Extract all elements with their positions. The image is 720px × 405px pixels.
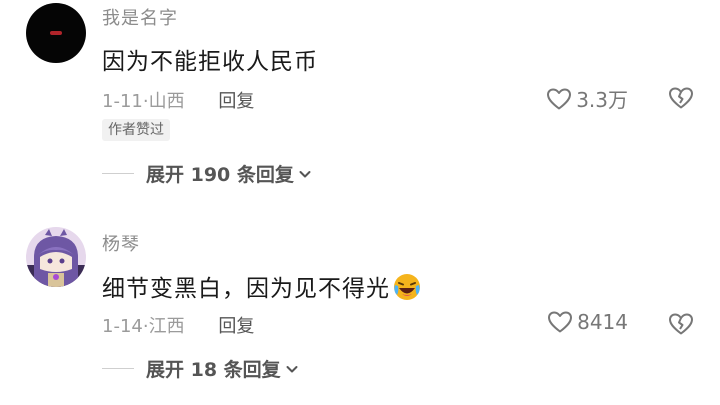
expand-replies-label: 展开 18 条回复 xyxy=(146,359,281,381)
laughing-crying-emoji-icon xyxy=(394,274,420,300)
expand-replies-button[interactable]: 展开 18 条回复 xyxy=(102,355,299,382)
comment-username[interactable]: 杨琴 xyxy=(102,230,140,256)
broken-heart-icon[interactable] xyxy=(668,312,694,336)
divider-line xyxy=(102,173,134,174)
comment-text: 因为不能拒收人民币 xyxy=(102,42,318,76)
comment-text: 细节变黑白，因为见不得光 xyxy=(102,269,422,303)
like-button[interactable]: 8414 xyxy=(547,310,628,334)
anime-avatar-image xyxy=(26,227,86,287)
avatar[interactable] xyxy=(26,227,86,287)
author-liked-badge: 作者赞过 xyxy=(102,119,170,141)
broken-heart-icon[interactable] xyxy=(668,86,694,110)
comment-meta: 1-14·江西 回复 xyxy=(102,312,254,338)
comment-location: 江西 xyxy=(148,316,185,337)
comment-text-content: 因为不能拒收人民币 xyxy=(102,49,318,75)
comment-meta: 1-11·山西 回复 xyxy=(102,87,254,113)
heart-icon xyxy=(548,311,573,333)
avatar[interactable] xyxy=(26,3,86,63)
comment-text-content: 细节变黑白，因为见不得光 xyxy=(102,276,390,302)
like-count: 3.3万 xyxy=(576,88,628,112)
comment-item: 杨琴 细节变黑白，因为见不得光 1-14·江西 回复 8414 展开 18 条回… xyxy=(0,222,720,405)
like-count: 8414 xyxy=(577,310,628,334)
expand-replies-label: 展开 190 条回复 xyxy=(146,164,294,186)
comment-username[interactable]: 我是名字 xyxy=(102,4,178,30)
comment-date: 1-11 xyxy=(102,91,143,112)
chevron-down-icon xyxy=(286,365,298,372)
divider-line xyxy=(102,368,134,369)
reply-button[interactable]: 回复 xyxy=(218,316,254,337)
heart-icon xyxy=(547,88,572,109)
comment-location: 山西 xyxy=(148,91,185,112)
like-button[interactable]: 3.3万 xyxy=(546,84,628,113)
expand-replies-button[interactable]: 展开 190 条回复 xyxy=(102,160,312,187)
comment-item: 我是名字 因为不能拒收人民币 1-11·山西 回复 3.3万 作者赞过 展开 1… xyxy=(0,0,720,200)
comment-date: 1-14 xyxy=(102,316,143,337)
chevron-down-icon xyxy=(299,170,311,177)
reply-button[interactable]: 回复 xyxy=(218,91,254,112)
avatar-logo-mark xyxy=(50,31,62,35)
